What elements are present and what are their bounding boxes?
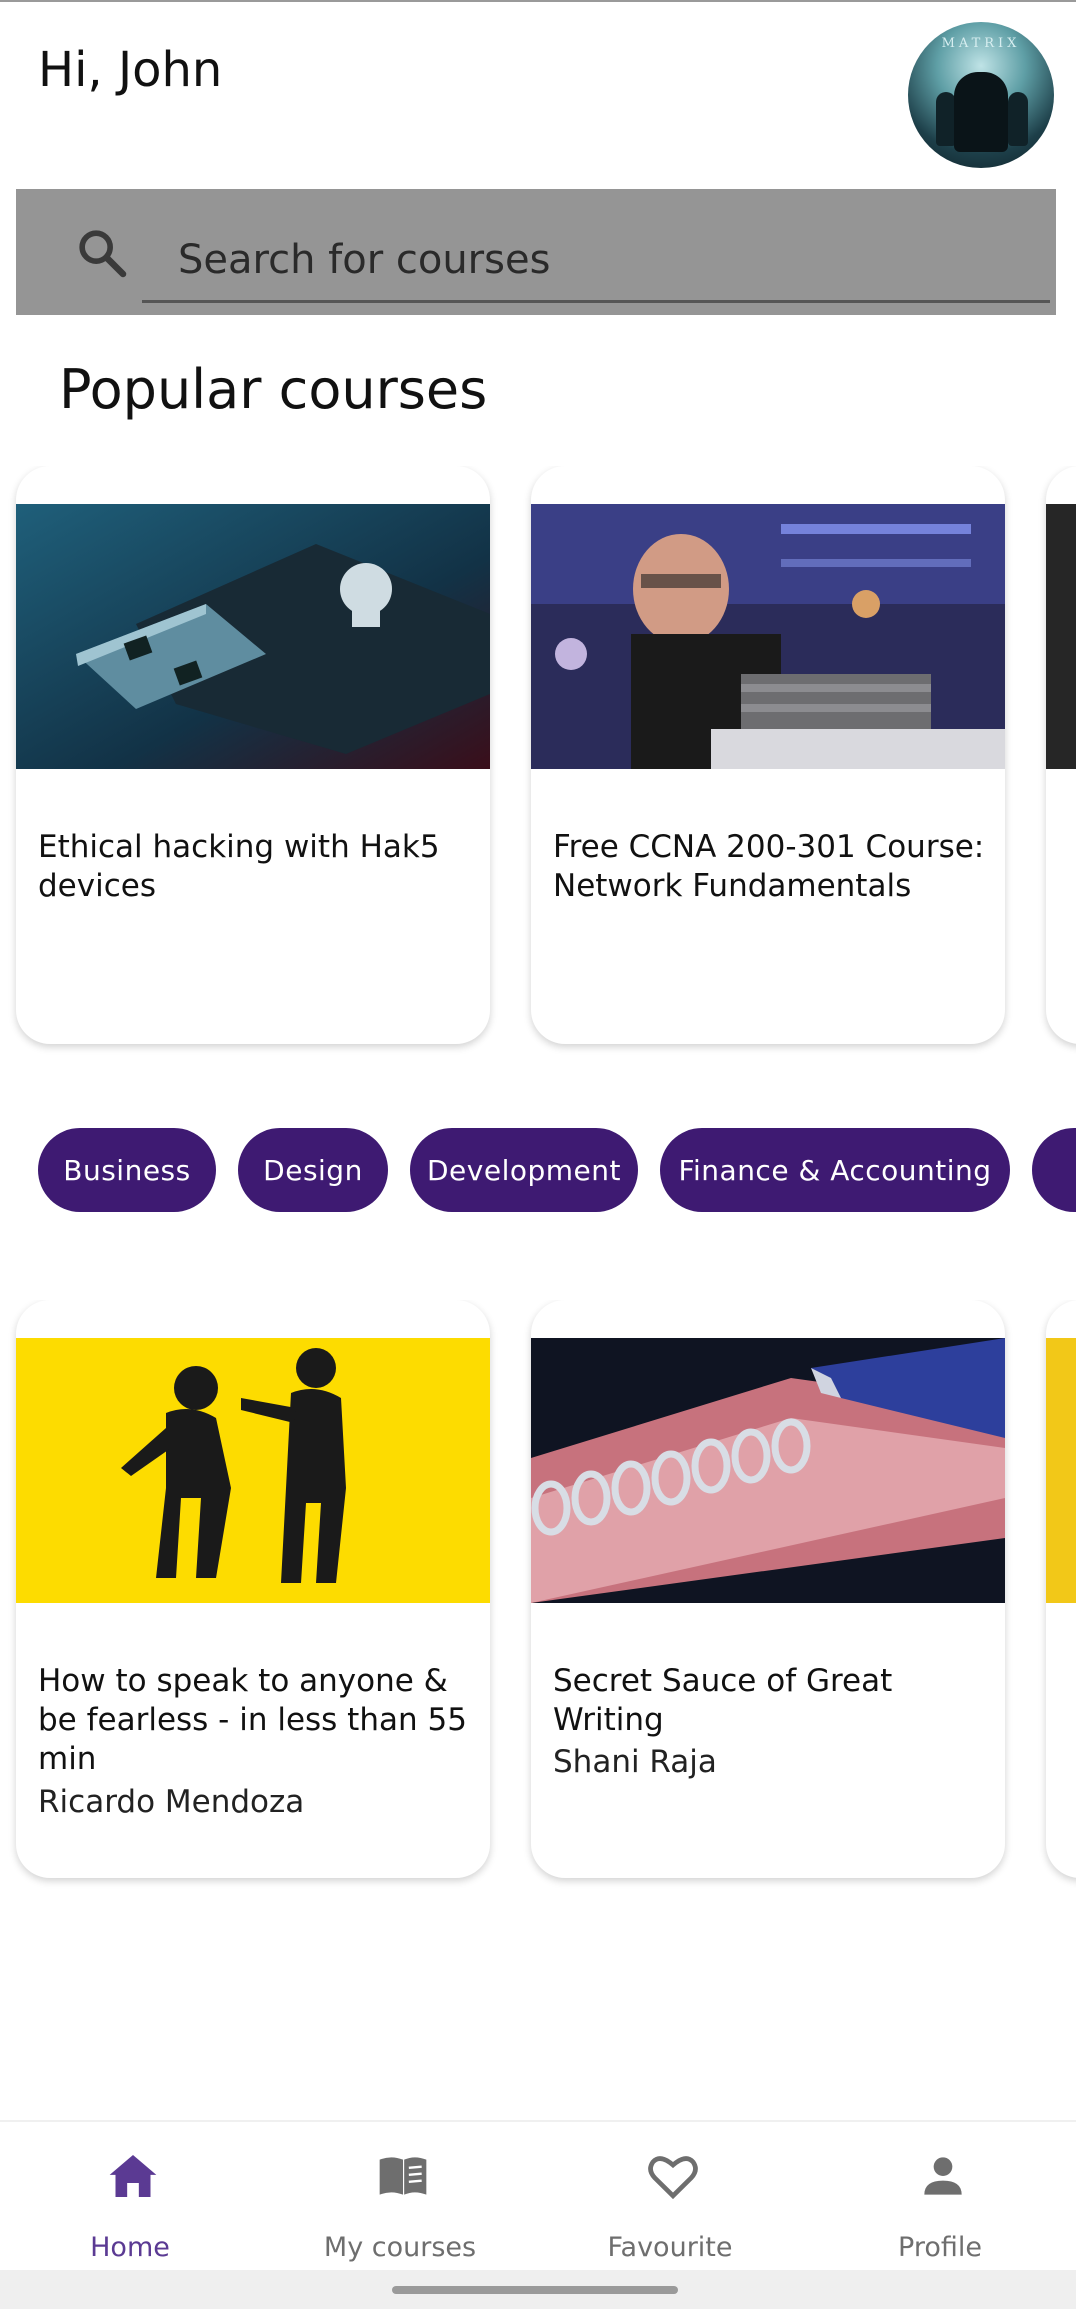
course-card[interactable]: How to speak to anyone & be fearless - i… bbox=[16, 1300, 490, 1878]
popular-courses-row: Ethical hacking with Hak5 devices Free C… bbox=[0, 466, 1076, 1056]
course-thumbnail bbox=[1046, 1338, 1076, 1603]
nav-label-favourite: Favourite bbox=[607, 2232, 733, 2263]
gesture-bar bbox=[0, 2270, 1076, 2309]
search-bar bbox=[16, 189, 1056, 315]
course-thumbnail-usb bbox=[16, 504, 490, 769]
category-chips: Business Design Development Finance & Ac… bbox=[0, 1128, 1076, 1214]
course-author: Ricardo Mendoza bbox=[38, 1784, 305, 1820]
course-card[interactable]: Secret Sauce of Great Writing Shani Raja bbox=[531, 1300, 1005, 1878]
nav-item-my-courses[interactable]: My courses bbox=[280, 2122, 520, 2272]
chip-business[interactable]: Business bbox=[38, 1128, 216, 1212]
avatar-figure-center bbox=[954, 72, 1008, 152]
heart-icon bbox=[648, 2156, 698, 2200]
bottom-navigation: Home My courses Favourite Profile bbox=[0, 2120, 1076, 2270]
course-title: Ethical hacking with Hak5 devices bbox=[38, 829, 440, 904]
course-thumbnail bbox=[1046, 504, 1076, 769]
avatar[interactable]: MATRIX bbox=[908, 22, 1054, 168]
avatar-figure-right bbox=[1008, 92, 1028, 146]
courses-row: How to speak to anyone & be fearless - i… bbox=[0, 1300, 1076, 1890]
nav-item-favourite[interactable]: Favourite bbox=[550, 2122, 790, 2272]
course-thumbnail-notebook bbox=[531, 1338, 1005, 1603]
nav-label-profile: Profile bbox=[898, 2232, 982, 2263]
chip-design[interactable]: Design bbox=[238, 1128, 388, 1212]
book-icon bbox=[379, 2157, 427, 2195]
nav-label-home: Home bbox=[90, 2232, 170, 2263]
course-thumbnail-network bbox=[531, 504, 1005, 769]
home-icon bbox=[109, 2155, 157, 2197]
course-card[interactable]: Free CCNA 200-301 Course: Network Fundam… bbox=[531, 466, 1005, 1044]
course-card[interactable] bbox=[1046, 466, 1076, 1044]
chip-more[interactable] bbox=[1032, 1128, 1076, 1212]
course-title: Secret Sauce of Great Writing bbox=[553, 1663, 893, 1738]
course-author: Shani Raja bbox=[553, 1744, 717, 1780]
nav-item-profile[interactable]: Profile bbox=[820, 2122, 1060, 2272]
chip-development[interactable]: Development bbox=[410, 1128, 638, 1212]
course-card[interactable] bbox=[1046, 1300, 1076, 1878]
greeting-title: Hi, John bbox=[38, 42, 223, 98]
course-thumbnail-speaking bbox=[16, 1338, 490, 1603]
course-title: Free CCNA 200-301 Course: Network Fundam… bbox=[553, 829, 985, 904]
search-icon bbox=[79, 230, 127, 278]
nav-item-home[interactable]: Home bbox=[10, 2122, 250, 2272]
person-icon bbox=[924, 2157, 962, 2195]
search-input[interactable] bbox=[142, 219, 1050, 303]
avatar-figure-left bbox=[936, 92, 956, 146]
nav-label-my-courses: My courses bbox=[323, 2232, 477, 2263]
gesture-handle[interactable] bbox=[392, 2286, 678, 2294]
chip-finance-accounting[interactable]: Finance & Accounting bbox=[660, 1128, 1010, 1212]
avatar-text: MATRIX bbox=[941, 36, 1021, 51]
section-title-popular: Popular courses bbox=[59, 358, 488, 421]
course-title: How to speak to anyone & be fearless - i… bbox=[38, 1663, 467, 1777]
course-card[interactable]: Ethical hacking with Hak5 devices bbox=[16, 466, 490, 1044]
status-divider bbox=[0, 0, 1076, 2]
